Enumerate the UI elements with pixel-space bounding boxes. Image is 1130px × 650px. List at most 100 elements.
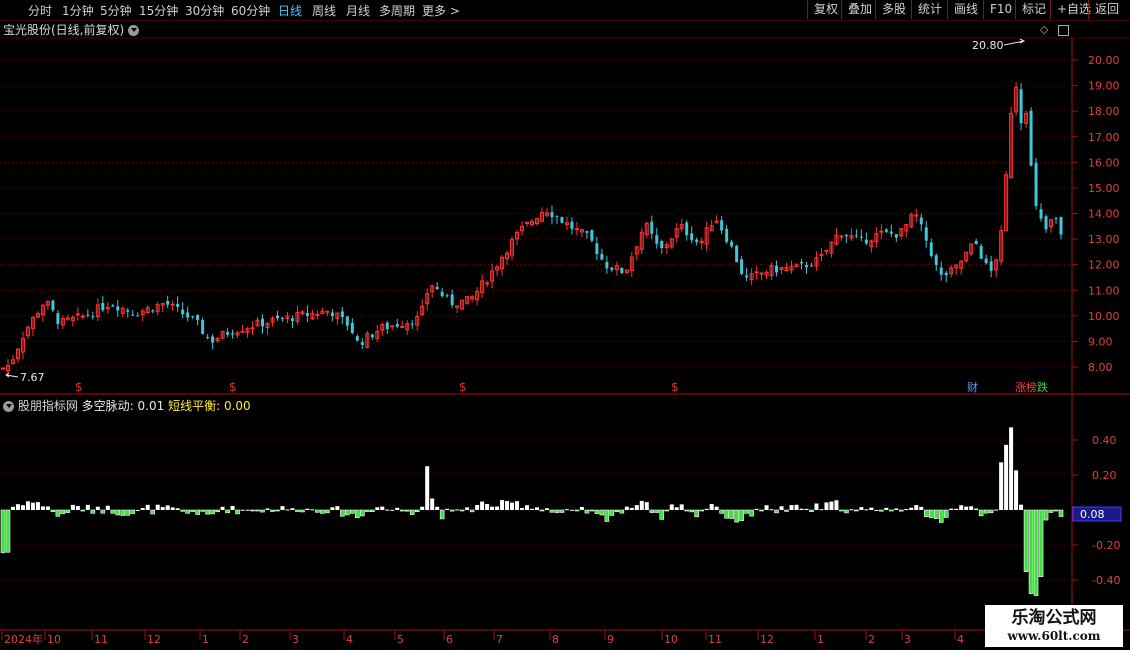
candle-body bbox=[305, 312, 309, 316]
indicator-bar bbox=[923, 509, 929, 518]
indicator-bar bbox=[60, 509, 66, 514]
candle-body bbox=[685, 222, 689, 236]
indicator-bar bbox=[684, 509, 690, 512]
candle-body bbox=[355, 336, 359, 341]
indicator-bar bbox=[495, 506, 500, 510]
indicator-bar bbox=[55, 509, 61, 517]
candle-body bbox=[570, 221, 574, 229]
indicator-bar bbox=[869, 507, 874, 510]
indicator-bar bbox=[195, 509, 200, 515]
candle-body bbox=[799, 262, 803, 264]
indicator-bar bbox=[1048, 509, 1054, 513]
indicator-bar bbox=[500, 500, 505, 510]
candle-body bbox=[330, 312, 334, 317]
indicator-bar bbox=[879, 509, 884, 512]
indicator-bar bbox=[340, 509, 345, 517]
indicator-bar bbox=[30, 502, 35, 510]
indicator-bar bbox=[988, 509, 994, 514]
indicator-bar bbox=[190, 509, 195, 512]
candle-body bbox=[1054, 218, 1058, 220]
indicator-bar bbox=[769, 509, 774, 511]
indicator-bar bbox=[943, 509, 949, 518]
indicator-bar bbox=[849, 509, 854, 511]
indicator-bar bbox=[180, 509, 185, 512]
candle-body bbox=[740, 259, 744, 274]
candle-body bbox=[350, 322, 354, 334]
candle-body bbox=[390, 325, 395, 328]
indicator-bar bbox=[300, 509, 305, 513]
ind-tick-label: -0.40 bbox=[1092, 574, 1120, 587]
candle-body bbox=[859, 236, 863, 238]
indicator-bar bbox=[285, 509, 290, 511]
candle-body bbox=[695, 239, 699, 242]
indicator-bar bbox=[435, 506, 440, 510]
indicator-bar bbox=[355, 509, 360, 519]
price-tick-label: 15.00 bbox=[1088, 182, 1120, 195]
x-tick-label: 3 bbox=[904, 633, 911, 646]
indicator-bar bbox=[938, 509, 944, 523]
indicator-bar bbox=[409, 509, 415, 515]
indicator-bar bbox=[485, 503, 490, 510]
indicator-bar bbox=[844, 509, 849, 514]
indicator-bar bbox=[928, 509, 934, 519]
price-tick-label: 12.00 bbox=[1088, 259, 1120, 272]
candle-body bbox=[440, 291, 444, 297]
x-tick-label: 11 bbox=[708, 633, 722, 646]
x-tick-label: 2 bbox=[868, 633, 875, 646]
price-tick-label: 17.00 bbox=[1088, 131, 1120, 144]
x-tick-label: 4 bbox=[957, 633, 964, 646]
window-toggle-icon[interactable] bbox=[1058, 25, 1069, 36]
indicator-bar bbox=[125, 509, 131, 516]
indicator-bar bbox=[275, 509, 280, 512]
candle-body bbox=[211, 336, 215, 343]
kline-chart[interactable]: 20.0019.0018.0017.0016.0015.0014.0013.00… bbox=[0, 0, 1130, 650]
ind-tick-label: -0.20 bbox=[1092, 539, 1120, 552]
indicator-bar bbox=[95, 506, 100, 510]
indicator-bar bbox=[175, 508, 180, 510]
indicator-bar bbox=[245, 509, 250, 511]
indicator-bar bbox=[255, 509, 260, 512]
candle-body bbox=[720, 220, 724, 231]
indicator-bar bbox=[814, 503, 819, 510]
candle-body bbox=[101, 303, 105, 311]
candle-body bbox=[590, 230, 594, 241]
candle-body bbox=[984, 258, 988, 264]
indicator-bar bbox=[784, 509, 789, 512]
indicator-bar bbox=[330, 507, 335, 510]
indicator-bar bbox=[664, 509, 670, 512]
candle-body bbox=[340, 311, 344, 318]
candle-body bbox=[725, 228, 729, 242]
indicator-dropdown-icon[interactable] bbox=[3, 401, 14, 412]
indicator-bar bbox=[75, 506, 80, 510]
indicator-bar bbox=[140, 507, 145, 510]
candle-body bbox=[345, 316, 349, 326]
indicator-bar bbox=[679, 504, 684, 510]
indicator-bar bbox=[145, 504, 150, 510]
candle-body bbox=[65, 317, 70, 320]
candle-body bbox=[116, 306, 120, 311]
dropdown-icon[interactable] bbox=[128, 25, 140, 36]
indicator-bar bbox=[439, 509, 445, 520]
indicator-bar bbox=[449, 509, 455, 512]
diamond-icon[interactable]: ◇ bbox=[1040, 23, 1048, 36]
indicator-bar bbox=[739, 509, 744, 521]
candle-body bbox=[809, 265, 813, 267]
x-tick-label: 9 bbox=[607, 633, 614, 646]
candle-body bbox=[1034, 162, 1038, 207]
candle-body bbox=[595, 243, 599, 255]
indicator-bar bbox=[789, 505, 794, 510]
candle-body bbox=[804, 265, 808, 268]
indicator-bar bbox=[375, 507, 380, 510]
indicator-bar bbox=[629, 507, 634, 510]
indicator-bar bbox=[15, 504, 20, 510]
indicator-bar bbox=[0, 509, 6, 554]
indicator-bar bbox=[290, 508, 295, 510]
indicator-bar bbox=[240, 509, 245, 511]
candle-body bbox=[974, 240, 978, 245]
candle-body bbox=[690, 233, 694, 241]
candle-body bbox=[939, 267, 943, 275]
indicator-bar bbox=[455, 509, 460, 511]
indicator-bar bbox=[490, 506, 495, 510]
indicator-bar bbox=[559, 509, 565, 513]
current-value-label: 0.08 bbox=[1080, 508, 1105, 521]
